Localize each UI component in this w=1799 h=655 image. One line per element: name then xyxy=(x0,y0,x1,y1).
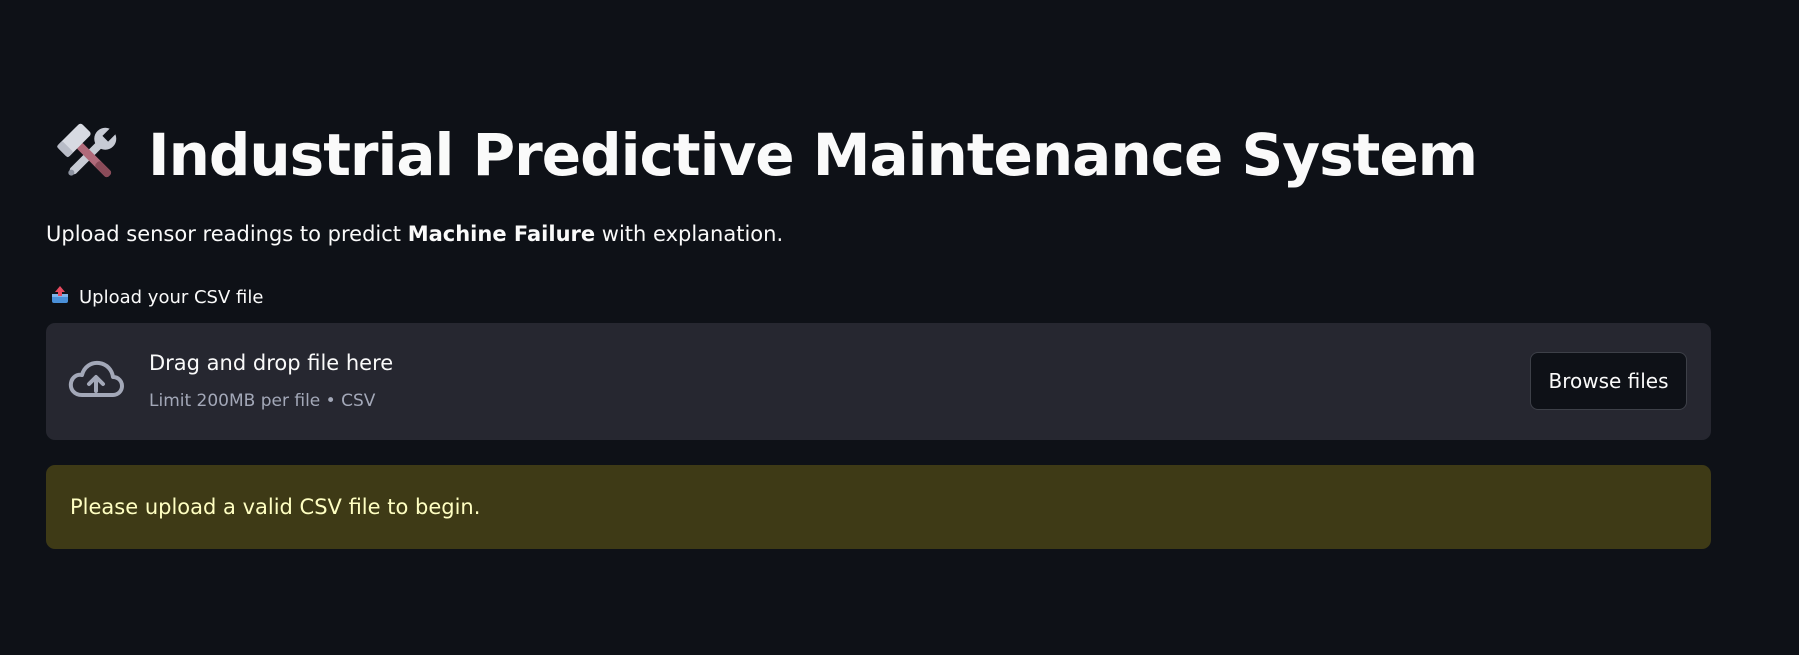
upload-label-text: Upload your CSV file xyxy=(79,287,264,308)
dropzone-limit-text: Limit 200MB per file • CSV xyxy=(149,391,376,411)
warning-alert: Please upload a valid CSV file to begin. xyxy=(46,465,1711,549)
dropzone-instructions: Drag and drop file here xyxy=(149,351,394,375)
alert-message: Please upload a valid CSV file to begin. xyxy=(70,495,481,519)
subtitle-suffix: with explanation. xyxy=(595,222,784,246)
subtitle-bold: Machine Failure xyxy=(407,222,596,246)
outbox-tray-icon xyxy=(50,285,70,310)
title-row: Industrial Predictive Maintenance System xyxy=(52,110,1478,200)
subtitle-prefix: Upload sensor readings to predict xyxy=(46,222,408,246)
app-root: Industrial Predictive Maintenance System… xyxy=(0,0,1799,655)
upload-label: Upload your CSV file xyxy=(50,285,263,310)
cloud-upload-icon xyxy=(68,357,124,403)
page-title: Industrial Predictive Maintenance System xyxy=(148,121,1478,189)
browse-files-button[interactable]: Browse files xyxy=(1530,352,1687,410)
file-dropzone[interactable]: Drag and drop file here Limit 200MB per … xyxy=(46,323,1711,440)
hammer-and-wrench-icon xyxy=(52,118,126,192)
subtitle: Upload sensor readings to predict Machin… xyxy=(46,222,783,246)
